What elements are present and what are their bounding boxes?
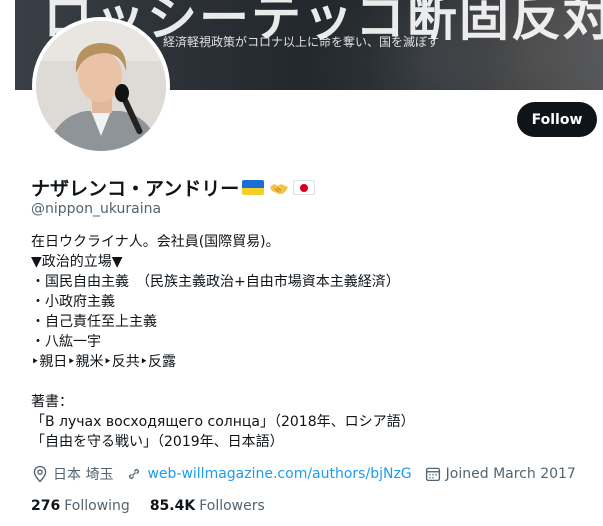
profile-handle: @nippon_ukuraina [31, 201, 162, 217]
ukraine-flag-icon [242, 180, 265, 195]
banner-subtitle: 経済軽視政策がコロナ以上に命を奪い、国を滅ぼす [163, 35, 440, 49]
handshake-icon [269, 178, 289, 198]
follow-button[interactable]: Follow [517, 102, 597, 137]
website-link[interactable]: web-willmagazine.com/authors/bjNzG [147, 466, 411, 482]
location-text: 日本 埼玉 [53, 467, 114, 483]
display-name-text: ナザレンコ・アンドリー [31, 178, 240, 200]
followers-stat[interactable]: 85.4K Followers [150, 498, 265, 514]
location: 日本 埼玉 [31, 464, 113, 484]
profile-meta: 日本 埼玉 web-willmagazine.com/authors/bjNzG… [31, 463, 588, 485]
avatar[interactable] [32, 17, 170, 155]
following-count: 276 [31, 498, 61, 514]
website[interactable]: web-willmagazine.com/authors/bjNzG [125, 465, 412, 483]
link-icon [129, 468, 140, 480]
display-name: ナザレンコ・アンドリー [31, 174, 316, 201]
following-stat[interactable]: 276 Following [31, 498, 130, 514]
calendar-icon [425, 467, 440, 482]
join-date-text: Joined March 2017 [445, 466, 576, 482]
location-icon [33, 465, 47, 483]
avatar-photo [36, 21, 166, 151]
join-date: Joined March 2017 [424, 465, 576, 483]
following-label: Following [64, 498, 130, 514]
followers-count: 85.4K [149, 498, 196, 514]
profile-bio: 在日ウクライナ人。会社員(国際貿易)。 ▼政治的立場▼ ・国民自由主義 （民族主… [31, 234, 415, 450]
follow-stats: 276 Following 85.4K Followers [31, 498, 285, 514]
followers-label: Followers [199, 498, 265, 514]
japan-flag-icon [293, 180, 316, 195]
